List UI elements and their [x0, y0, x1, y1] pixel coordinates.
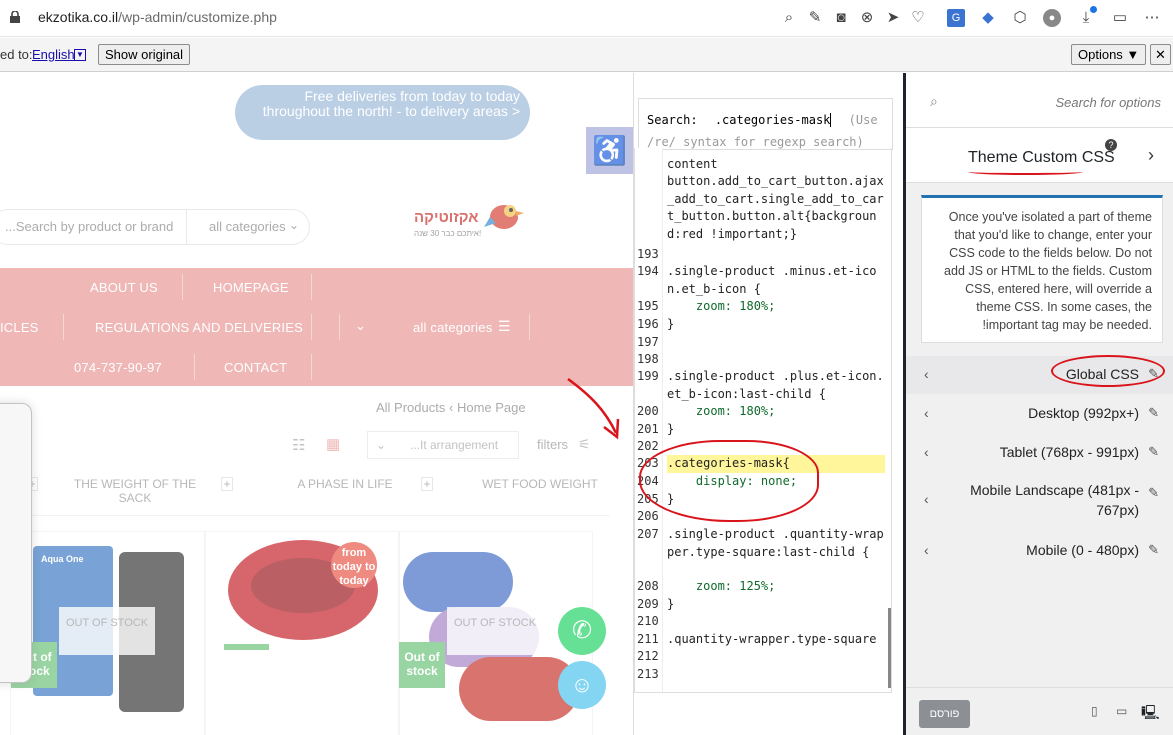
line-number: 199 — [637, 369, 659, 383]
annotation-arrow-icon — [567, 377, 620, 440]
show-original-button[interactable]: Show original — [98, 44, 191, 65]
section-mobile[interactable]: ‹ Mobile (0 - 480px) ✎ — [906, 532, 1173, 570]
zoom-icon[interactable]: ⌕ — [780, 9, 798, 27]
preview-dim-overlay — [0, 73, 633, 735]
customizer-search-input[interactable]: Search for options — [956, 95, 1161, 110]
line-number: 195 — [637, 299, 659, 313]
pencil-icon: ✎ — [1148, 405, 1159, 420]
line-number: 196 — [637, 317, 659, 331]
search-icon: ⌕ — [930, 93, 938, 109]
code-text: zoom: 125%; — [667, 579, 776, 593]
translate-close-button[interactable]: ✕ — [1150, 44, 1171, 65]
profile-avatar-icon[interactable]: ● — [1043, 9, 1061, 27]
line-number: 200 — [637, 404, 659, 418]
translate-extension-icon[interactable]: G — [947, 9, 965, 27]
url-host: ekzotika.co.il — [38, 9, 119, 25]
code-text: } — [667, 422, 675, 436]
annotation-underline-title — [968, 169, 1083, 175]
camera-icon[interactable]: ◙ — [832, 9, 850, 27]
line-number: 206 — [637, 509, 659, 523]
annotation-circle-global-css — [1051, 355, 1165, 387]
code-text: button.add_to_cart_button.ajax_add_to_ca… — [667, 174, 884, 241]
line-number: 198 — [637, 352, 659, 366]
line-number: 208 — [637, 579, 659, 593]
google-translate-icon[interactable]: ◆ — [979, 9, 997, 27]
code-text: } — [667, 597, 675, 611]
section-label: Tablet (768px - 991px) — [999, 444, 1139, 460]
annotation-circle-code — [639, 440, 819, 522]
translate-label: ed to: — [0, 47, 33, 62]
code-text: zoom: 180%; — [667, 299, 776, 313]
chevron-left-icon: ‹ — [924, 405, 929, 421]
editor-scrollbar[interactable] — [888, 608, 891, 688]
translate-bar: ed to: English ▼ Show original Options ▼… — [0, 38, 1173, 72]
line-number: 210 — [637, 614, 659, 628]
code-editor[interactable]: content button.add_to_cart_button.ajax_ad… — [634, 148, 892, 693]
code-text: .single-product .plus.et-icon.et_b-icon:… — [667, 369, 884, 401]
customizer-footer: פורסם ▯ ▭ 🖳 — [906, 687, 1173, 735]
code-text: .single-product .minus.et-icon.et_b-icon… — [667, 264, 877, 296]
language-dropdown-icon[interactable]: ▼ — [74, 49, 86, 61]
code-text: } — [667, 317, 675, 331]
line-number: 211 — [637, 632, 659, 646]
section-tablet[interactable]: ‹ Tablet (768px - 991px) ✎ — [906, 434, 1173, 472]
code-text: .quantity-wrapper.type-square — [667, 632, 877, 646]
chevron-left-icon: ‹ — [924, 366, 929, 382]
extensions-cube-icon[interactable]: ⬡ — [1011, 9, 1029, 27]
url-path: /wp-admin/customize.php — [118, 9, 277, 25]
css-editor-panel: Search: .categories-mask (Use /re/ synta… — [633, 73, 903, 735]
line-number: 194 — [637, 264, 659, 278]
code-text: content — [667, 157, 718, 171]
code-text: .single-product .quantity-wrapper.type-s… — [667, 527, 884, 559]
pencil-icon: ✎ — [1148, 485, 1159, 500]
address-bar[interactable]: ekzotika.co.il/wp-admin/customize.php — [38, 9, 277, 25]
browser-toolbar: ekzotika.co.il/wp-admin/customize.php ⌕ … — [0, 0, 1173, 37]
line-number: 212 — [637, 649, 659, 663]
section-label: Mobile (0 - 480px) — [1026, 542, 1139, 558]
line-number: 207 — [637, 527, 659, 541]
desktop-preview-icon[interactable]: 🖳 — [1141, 702, 1160, 726]
section-desktop[interactable]: ‹ Desktop (992px+) ✎ — [906, 395, 1173, 433]
section-mobile-landscape[interactable]: ‹ Mobile Landscape (481px - 767px) ✎ — [906, 475, 1173, 525]
download-badge — [1090, 6, 1097, 13]
publish-button[interactable]: פורסם — [919, 700, 970, 728]
block-icon[interactable]: ⊗ — [858, 9, 876, 27]
section-title: Theme Custom CSS — [968, 149, 1115, 166]
section-label: Desktop (992px+) — [1028, 405, 1139, 421]
line-number: 193 — [637, 247, 659, 261]
send-icon[interactable]: ➤ — [884, 9, 902, 27]
mobile-preview-icon[interactable]: ▯ — [1091, 704, 1098, 718]
editor-search-label: Search: — [647, 113, 698, 127]
section-description: Once you've isolated a part of theme tha… — [921, 195, 1163, 343]
menu-icon[interactable]: ⋯ — [1143, 9, 1161, 27]
help-icon[interactable]: ? — [1105, 139, 1117, 151]
lock-icon — [10, 11, 20, 23]
chevron-left-icon: ‹ — [924, 444, 929, 460]
editor-search-box[interactable]: Search: .categories-mask (Use /re/ synta… — [638, 98, 893, 150]
line-number: 213 — [637, 667, 659, 681]
translate-options-button[interactable]: Options ▼ — [1071, 44, 1147, 65]
line-number: 201 — [637, 422, 659, 436]
line-number: 197 — [637, 335, 659, 349]
pencil-icon: ✎ — [1148, 542, 1159, 557]
line-number: 209 — [637, 597, 659, 611]
customizer-search-area: ⌕ Search for options — [906, 73, 1173, 128]
chevron-left-icon: ‹ — [924, 491, 929, 507]
translate-language-link[interactable]: English — [32, 47, 75, 62]
chevron-right-icon[interactable]: › — [1148, 145, 1154, 166]
code-text: zoom: 180%; — [667, 404, 776, 418]
section-label: Mobile Landscape (481px - 767px) — [970, 482, 1139, 518]
share-icon[interactable]: ✎ — [806, 9, 824, 27]
pencil-icon: ✎ — [1148, 444, 1159, 459]
favorite-icon[interactable]: ♡ — [909, 9, 927, 27]
chevron-left-icon: ‹ — [924, 542, 929, 558]
tablet-preview-icon[interactable]: ▭ — [1116, 704, 1127, 718]
sidebar-icon[interactable]: ▭ — [1111, 9, 1129, 27]
editor-search-input[interactable]: .categories-mask — [714, 113, 832, 127]
